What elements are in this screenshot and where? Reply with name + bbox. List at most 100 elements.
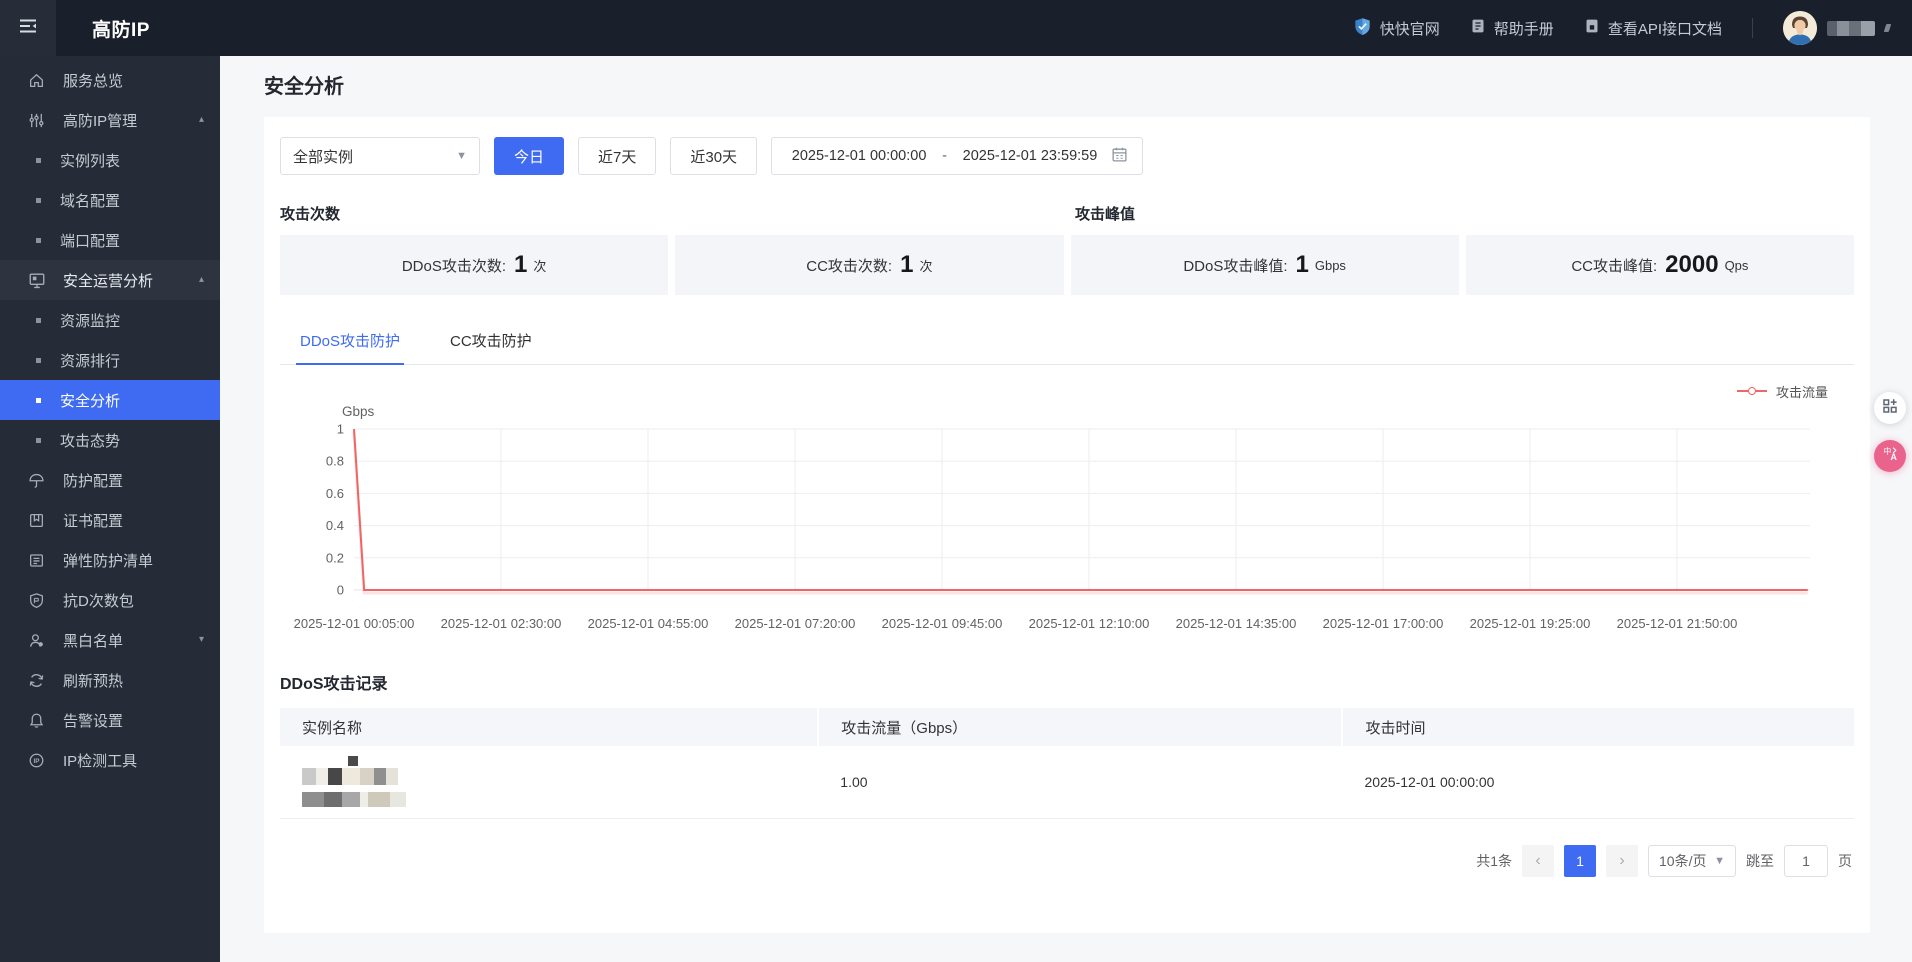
stat-label: DDoS攻击峰值: [1183,257,1288,275]
sidebar-item-label: 服务总览 [63,72,124,90]
date-range-picker[interactable]: 2025-12-01 00:00:00 - 2025-12-01 23:59:5… [771,137,1144,175]
legend-attack-traffic[interactable]: 攻击流量 [1736,382,1828,401]
instance-name-cell [280,746,819,819]
sidebar-item-alert-settings[interactable]: 告警设置 [0,700,220,740]
range-button-近7天[interactable]: 近7天 [578,137,657,175]
kk-shield-icon [1353,17,1372,40]
svg-text:IP: IP [33,757,40,764]
monitor-icon [27,271,46,289]
page-number-1[interactable]: 1 [1564,844,1596,877]
sidebar-item-label: 刷新预热 [63,672,124,690]
tab-DDoS攻击防护[interactable]: DDoS攻击防护 [296,321,405,365]
sidebar-item-resource-monitor[interactable]: 资源监控 [0,300,220,340]
date-start: 2025-12-01 00:00:00 [791,148,927,164]
sidebar-item-domain-config[interactable]: 域名配置 [0,180,220,220]
stat-value: 2000 [1665,251,1719,278]
filter-bar: 全部实例 ▼ 今日 近7天 近30天 2025-12-01 00:00:00 - 2… [280,137,1854,175]
sidebar-item-cert-config[interactable]: 证书配置 [0,500,220,540]
stat-unit: 次 [919,258,933,274]
topbar-link-label: 查看API接口文档 [1607,20,1722,38]
range-button-近30天[interactable]: 近30天 [670,137,758,175]
range-button-今日[interactable]: 今日 [494,137,565,175]
page-size-select[interactable]: 10条/页 ▼ [1648,844,1736,877]
sidebar-item-label: 告警设置 [63,712,124,730]
attack-peak-title: 攻击峰值 [1075,206,1136,223]
table-body: 1.00 2025-12-01 00:00:00 [280,746,1854,819]
sidebar-item-overview[interactable]: 服务总览 [0,60,220,100]
sidebar-item-anti-d-package[interactable]: 抗D次数包 [0,580,220,620]
sidebar-item-ip-manage[interactable]: 高防IP管理 ▴ [0,100,220,140]
sidebar-item-security-analysis[interactable]: 安全分析 [0,380,220,420]
sidebar-item-attack-trend[interactable]: 攻击态势 [0,420,220,460]
column-header: 攻击流量（Gbps） [818,708,1344,746]
topbar-link-查看API接口文档[interactable]: 查看API接口文档 [1584,18,1722,39]
instance-select-value: 全部实例 [293,148,354,166]
svg-text:2025-12-01 00:05:00: 2025-12-01 00:05:00 [294,616,415,631]
sidebar-item-security-ops-analysis[interactable]: 安全运营分析 ▴ [0,260,220,300]
stat-card: CC攻击次数: 1 次 [675,235,1064,295]
instance-name-redacted [302,756,818,808]
user-menu[interactable] [1783,11,1892,45]
tab-CC攻击防护[interactable]: CC攻击防护 [446,321,536,365]
svg-text:2025-12-01 02:30:00: 2025-12-01 02:30:00 [441,616,562,631]
sidebar-item-label: 证书配置 [63,512,124,530]
shield-badge-icon [27,592,46,609]
attack-count-title: 攻击次数 [280,206,341,223]
legend-line-icon [1736,387,1767,395]
sidebar-collapse-button[interactable] [0,0,56,56]
app-logo: 高防IP [92,19,150,41]
chevron-up-icon: ▴ [198,114,204,125]
user-name-redacted [1827,20,1875,36]
chart-header: 攻击流量 [280,381,1854,401]
sidebar-item-elastic-protect-list[interactable]: 弹性防护清单 [0,540,220,580]
svg-text:Gbps: Gbps [342,404,375,419]
topbar-link-快快官网[interactable]: 快快官网 [1353,17,1440,40]
svg-text:0.6: 0.6 [326,486,344,501]
sidebar-item-label: 域名配置 [60,192,121,210]
sidebar-item-resource-rank[interactable]: 资源排行 [0,340,220,380]
instance-select[interactable]: 全部实例 ▼ [280,137,480,175]
sidebar-item-black-white-list[interactable]: 黑白名单 ▾ [0,620,220,660]
attack-traffic-chart: 0 0.2 0.4 0.6 0.8 1 2025-12-01 00:05:00 2025-12… [280,403,1854,640]
table-title: DDoS攻击记录 [280,676,388,693]
svg-text:A: A [1890,452,1897,462]
table-header-row: 实例名称 攻击流量（Gbps） 攻击时间 [280,708,1854,746]
stat-label: DDoS攻击次数: [401,257,507,275]
sidebar-item-refresh-preheat[interactable]: 刷新预热 [0,660,220,700]
sidebar-item-label: 弹性防护清单 [63,552,154,570]
sidebar-item-label: 防护配置 [63,472,124,490]
bullet-icon [36,317,41,323]
sidebar-item-label: 资源监控 [60,312,121,330]
avatar[interactable] [1783,11,1817,45]
column-header: 实例名称 [280,708,820,746]
sidebar-item-label: 黑白名单 [63,632,124,650]
jump-page-input[interactable] [1784,844,1828,877]
chevron-up-icon: ▴ [198,274,204,285]
sidebar-item-protect-config[interactable]: 防护配置 [0,460,220,500]
pagination: 共1条 ‹ 1 › 10条/页 ▼ 跳至 页 [280,844,1854,877]
sidebar-item-port-config[interactable]: 端口配置 [0,220,220,260]
sidebar-item-instance-list[interactable]: 实例列表 [0,140,220,180]
apps-widget-button[interactable] [1874,392,1906,424]
topbar-link-帮助手册[interactable]: 帮助手册 [1470,18,1554,39]
floating-buttons: 中 A [1874,392,1906,472]
prev-page-button[interactable]: ‹ [1522,844,1554,877]
chevron-down-icon: ▾ [198,634,204,645]
sidebar-item-label: 安全分析 [60,392,121,410]
sidebar-item-ip-detect-tool[interactable]: IP IP检测工具 [0,740,220,780]
sliders-icon [27,112,46,129]
ip-tool-icon: IP [27,752,46,769]
jump-unit: 页 [1838,852,1852,869]
main-content: 安全运营分析 / 安全分析 安全分析 全部实例 ▼ 今日近7天近30天 2025… [220,0,1912,933]
date-end: 2025-12-01 23:59:59 [962,148,1098,164]
content-card: 全部实例 ▼ 今日 近7天 近30天 2025-12-01 00:00:00 - 2… [264,117,1870,933]
legend-label: 攻击流量 [1775,384,1828,400]
translate-button[interactable]: 中 A [1874,440,1906,472]
svg-text:2025-12-01 09:45:00: 2025-12-01 09:45:00 [882,616,1003,631]
stat-card: CC攻击峰值: 2000 Qps [1465,235,1854,295]
sidebar-item-label: 高防IP管理 [63,112,138,130]
svg-text:1: 1 [337,422,344,437]
next-page-button[interactable]: › [1606,844,1638,877]
stat-label: CC攻击峰值: [1571,257,1658,275]
svg-text:0.4: 0.4 [326,518,344,533]
